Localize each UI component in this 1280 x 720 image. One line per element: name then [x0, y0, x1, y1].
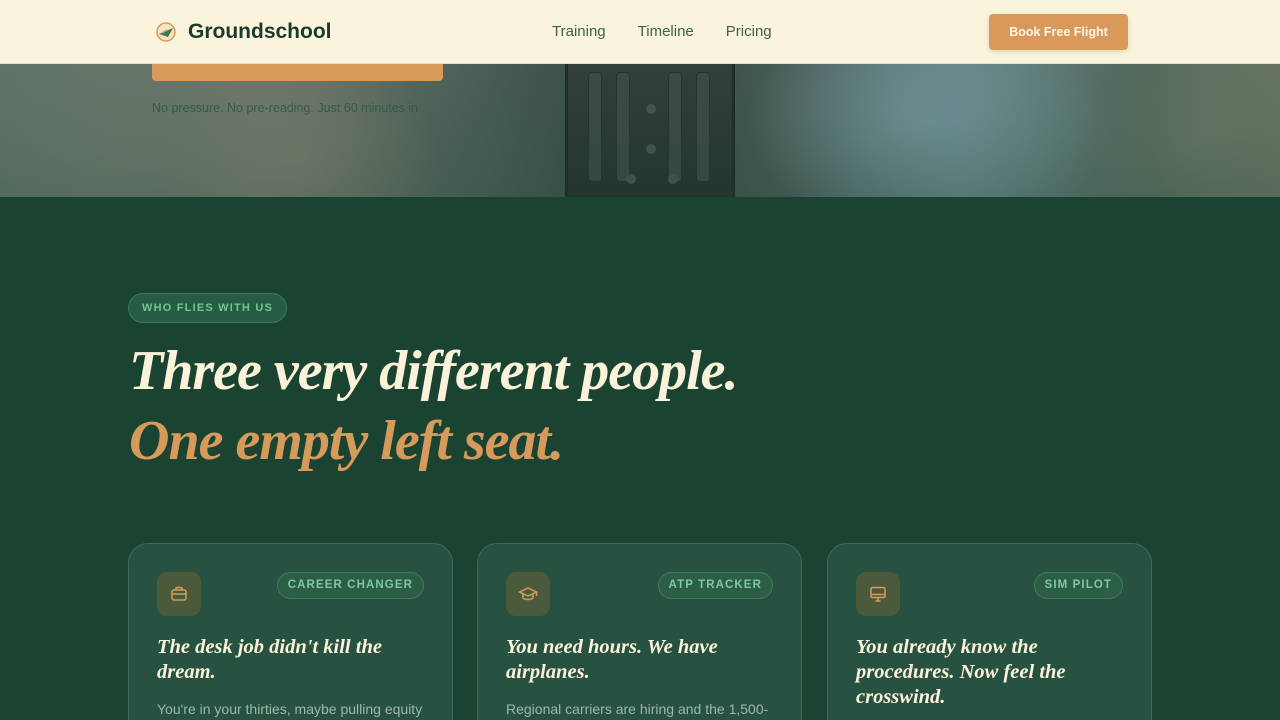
nav-link-timeline[interactable]: Timeline [638, 23, 694, 40]
briefcase-icon [157, 572, 201, 616]
card-tag: CAREER CHANGER [276, 572, 424, 599]
card-title: The desk job didn't kill the dream. [157, 636, 382, 683]
hero-note: No pressure. No pre-reading. Just 60 min… [152, 101, 419, 115]
section-pill: WHO FLIES WITH US [128, 293, 288, 323]
book-free-flight-button[interactable]: Book Free Flight [989, 14, 1128, 50]
persona-card-career-changer: CAREER CHANGER The desk job didn't kill … [128, 543, 453, 720]
brand-name[interactable]: Groundschool [188, 20, 332, 44]
persona-card-sim-pilot: SIM PILOT You already know the procedure… [827, 543, 1152, 720]
card-tag: SIM PILOT [1033, 572, 1123, 599]
logo-icon[interactable] [155, 21, 177, 43]
section-heading: Three very different people. [129, 340, 739, 402]
section-subheading: One empty left seat. [129, 410, 564, 472]
graduation-cap-icon [506, 572, 550, 616]
persona-card-atp-tracker: ATP TRACKER You need hours. We have airp… [477, 543, 802, 720]
nav-link-training[interactable]: Training [552, 23, 606, 40]
nav-link-pricing[interactable]: Pricing [726, 23, 772, 40]
card-tag: ATP TRACKER [657, 572, 773, 599]
card-title: You already know the procedures. Now fee… [856, 636, 1066, 708]
card-title: You need hours. We have airplanes. [506, 636, 718, 683]
monitor-icon [856, 572, 900, 616]
card-body: You're in your thirties, maybe pulling e… [157, 701, 423, 717]
main-nav: Training Timeline Pricing [552, 23, 772, 40]
site-header: Groundschool Training Timeline Pricing B… [0, 0, 1280, 64]
card-body: Regional carriers are hiring and the 1,5… [506, 701, 769, 717]
